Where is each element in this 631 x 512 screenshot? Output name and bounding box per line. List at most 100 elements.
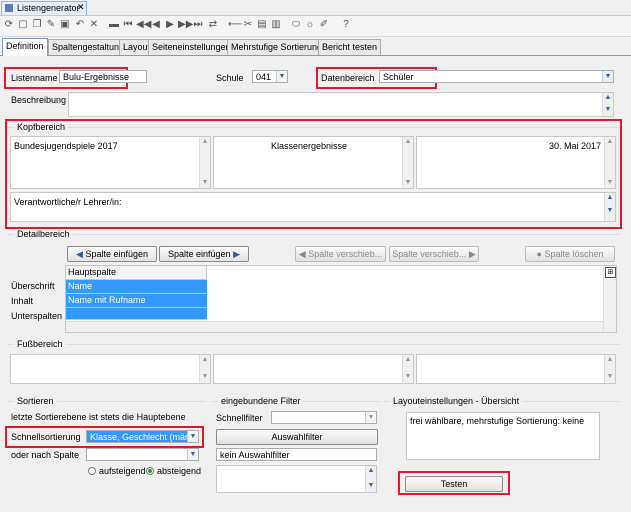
- prev-page-icon[interactable]: ◀◀: [136, 19, 151, 31]
- kopf-left-scrollbar[interactable]: ▲ ▼: [199, 137, 210, 188]
- scroll-down-icon[interactable]: ▼: [404, 373, 412, 381]
- detailbereich-title: Detailbereich: [14, 229, 73, 239]
- fuss-right-textarea[interactable]: ▲ ▼: [416, 354, 616, 384]
- clipboard-icon[interactable]: ▤: [256, 19, 268, 31]
- fuss-center-textarea[interactable]: ▲ ▼: [213, 354, 414, 384]
- tab-definition[interactable]: Definition: [2, 38, 48, 56]
- radio-absteigend[interactable]: [146, 467, 154, 475]
- oder-nach-spalte-select[interactable]: ▼: [86, 448, 199, 461]
- grid-horizontal-scrollbar[interactable]: [66, 321, 604, 332]
- grid-row-name-rufname[interactable]: Name mit Rufname: [66, 294, 207, 308]
- column-header[interactable]: Hauptspalte: [66, 266, 207, 280]
- fuss-right-scrollbar[interactable]: ▲ ▼: [604, 355, 615, 383]
- listenname-input[interactable]: Bulu-Ergebnisse: [59, 70, 147, 83]
- move-column-left-button[interactable]: ◀ Spalte verschieb...: [295, 246, 386, 262]
- schule-select[interactable]: 041 ▼: [252, 70, 288, 83]
- toggle-icon[interactable]: ⬭: [290, 19, 302, 31]
- paste-icon[interactable]: ▥: [270, 19, 282, 31]
- beschreibung-scrollbar[interactable]: ▲ ▼: [602, 93, 613, 116]
- kopf-right-textarea[interactable]: 30. Mai 2017 ▲ ▼: [416, 136, 616, 189]
- tab-spaltengestaltung[interactable]: Spaltengestaltung: [48, 39, 129, 55]
- scroll-up-icon[interactable]: ▲: [404, 138, 412, 146]
- undo-icon[interactable]: ↶: [74, 19, 86, 31]
- sync-icon[interactable]: ⇄: [207, 19, 219, 31]
- beschreibung-textarea[interactable]: ▲ ▼: [68, 92, 614, 117]
- fuss-center-scrollbar[interactable]: ▲ ▼: [402, 355, 413, 383]
- delete-circle-icon: ●: [536, 249, 542, 259]
- chevron-down-icon[interactable]: ▼: [187, 431, 198, 442]
- kopf-bottom-textarea[interactable]: Verantwortliche/r Lehrer/in: ▲ ▼: [10, 192, 616, 222]
- scroll-down-icon[interactable]: ▼: [201, 373, 209, 381]
- chevron-down-icon[interactable]: ▼: [187, 449, 198, 460]
- fuss-left-scrollbar[interactable]: ▲ ▼: [199, 355, 210, 383]
- window-tab[interactable]: Listengenerator ✕: [1, 1, 87, 15]
- chevron-down-icon[interactable]: ▼: [365, 412, 376, 423]
- tab-seiteneinstellungen[interactable]: Seiteneinstellungen: [148, 39, 235, 55]
- back-arrow-icon[interactable]: ⟵: [228, 19, 242, 31]
- scroll-up-icon[interactable]: ▲: [606, 194, 614, 202]
- scroll-up-icon[interactable]: ▲: [201, 356, 209, 364]
- refresh-icon[interactable]: ⟳: [3, 19, 15, 31]
- first-icon[interactable]: ⏮: [122, 19, 134, 31]
- edit-icon[interactable]: ✎: [45, 19, 57, 31]
- close-icon[interactable]: ✕: [77, 2, 85, 13]
- brush-icon[interactable]: ✐: [318, 19, 330, 31]
- scroll-down-icon[interactable]: ▼: [367, 482, 375, 490]
- delete-icon[interactable]: ✕: [88, 19, 100, 31]
- tab-mehrstufige-sortierung[interactable]: Mehrstufige Sortierung: [227, 39, 327, 55]
- tab-bericht-testen[interactable]: Bericht testen: [318, 39, 382, 55]
- arrow-right-icon: ▶: [233, 249, 240, 259]
- column-grid[interactable]: Hauptspalte Name Name mit Rufname ⊞: [65, 265, 617, 333]
- schnellsortierung-select[interactable]: Klasse, Geschlecht (männlic ▼: [86, 430, 199, 443]
- scroll-up-icon[interactable]: ▲: [606, 356, 614, 364]
- scroll-up-icon[interactable]: ▲: [201, 138, 209, 146]
- grid-row-unterspalten[interactable]: [66, 308, 207, 320]
- folder-icon[interactable]: ▬: [108, 19, 120, 31]
- new-icon[interactable]: ▢: [17, 19, 29, 31]
- copy-icon[interactable]: ❐: [31, 19, 43, 31]
- next-icon[interactable]: ▶: [164, 19, 176, 31]
- last-icon[interactable]: ⏭: [192, 19, 204, 31]
- grid-row-name[interactable]: Name: [66, 280, 207, 294]
- insert-column-left-button[interactable]: ◀ Spalte einfügen: [67, 246, 157, 262]
- kopf-center-textarea[interactable]: Klassenergebnisse ▲ ▼: [213, 136, 414, 189]
- scroll-up-icon[interactable]: ▲: [367, 467, 375, 475]
- chevron-down-icon[interactable]: ▼: [276, 71, 287, 82]
- filter-list[interactable]: ▲ ▼: [216, 465, 377, 493]
- kopf-center-scrollbar[interactable]: ▲ ▼: [402, 137, 413, 188]
- move-column-right-button[interactable]: Spalte verschieb... ▶: [389, 246, 479, 262]
- schnellfilter-label: Schnellfilter: [216, 413, 263, 423]
- scroll-up-icon[interactable]: ▲: [606, 138, 614, 146]
- scroll-up-icon[interactable]: ▲: [604, 94, 612, 102]
- prev-icon[interactable]: ◀: [150, 19, 162, 31]
- help-icon[interactable]: ?: [340, 19, 352, 31]
- auswahlfilter-button[interactable]: Auswahlfilter: [216, 429, 378, 445]
- scroll-up-icon[interactable]: ▲: [404, 356, 412, 364]
- insert-column-right-button[interactable]: Spalte einfügen ▶: [159, 246, 249, 262]
- scissors-icon[interactable]: ✂: [242, 19, 254, 31]
- kopf-bottom-scrollbar[interactable]: ▲ ▼: [604, 193, 615, 221]
- kopf-left-textarea[interactable]: Bundesjugendspiele 2017 ▲ ▼: [10, 136, 211, 189]
- datenbereich-select[interactable]: Schüler ▼: [379, 70, 614, 83]
- save-icon[interactable]: ▣: [59, 19, 71, 31]
- testen-button[interactable]: Testen: [405, 476, 503, 492]
- scroll-down-icon[interactable]: ▼: [201, 179, 209, 187]
- radio-aufsteigend[interactable]: [88, 467, 96, 475]
- chevron-down-icon[interactable]: ▼: [602, 71, 613, 82]
- scroll-down-icon[interactable]: ▼: [606, 179, 614, 187]
- scroll-down-icon[interactable]: ▼: [604, 106, 612, 114]
- filter-list-scrollbar[interactable]: ▲ ▼: [365, 466, 376, 492]
- scroll-down-icon[interactable]: ▼: [606, 373, 614, 381]
- scroll-down-icon[interactable]: ▼: [606, 207, 614, 215]
- auswahlfilter-value-field[interactable]: kein Auswahlfilter: [216, 448, 377, 461]
- fuss-left-textarea[interactable]: ▲ ▼: [10, 354, 211, 384]
- grid-settings-icon[interactable]: ⊞: [605, 267, 616, 278]
- lightbulb-icon[interactable]: ☼: [304, 19, 316, 31]
- schnellsortierung-value: Klasse, Geschlecht (männlic: [90, 432, 199, 442]
- scroll-down-icon[interactable]: ▼: [404, 179, 412, 187]
- delete-column-button[interactable]: ● Spalte löschen: [525, 246, 615, 262]
- next-page-icon[interactable]: ▶▶: [178, 19, 193, 31]
- schnellfilter-select[interactable]: ▼: [271, 411, 377, 424]
- kopf-right-scrollbar[interactable]: ▲ ▼: [604, 137, 615, 188]
- grid-vertical-scrollbar[interactable]: ⊞: [603, 266, 616, 332]
